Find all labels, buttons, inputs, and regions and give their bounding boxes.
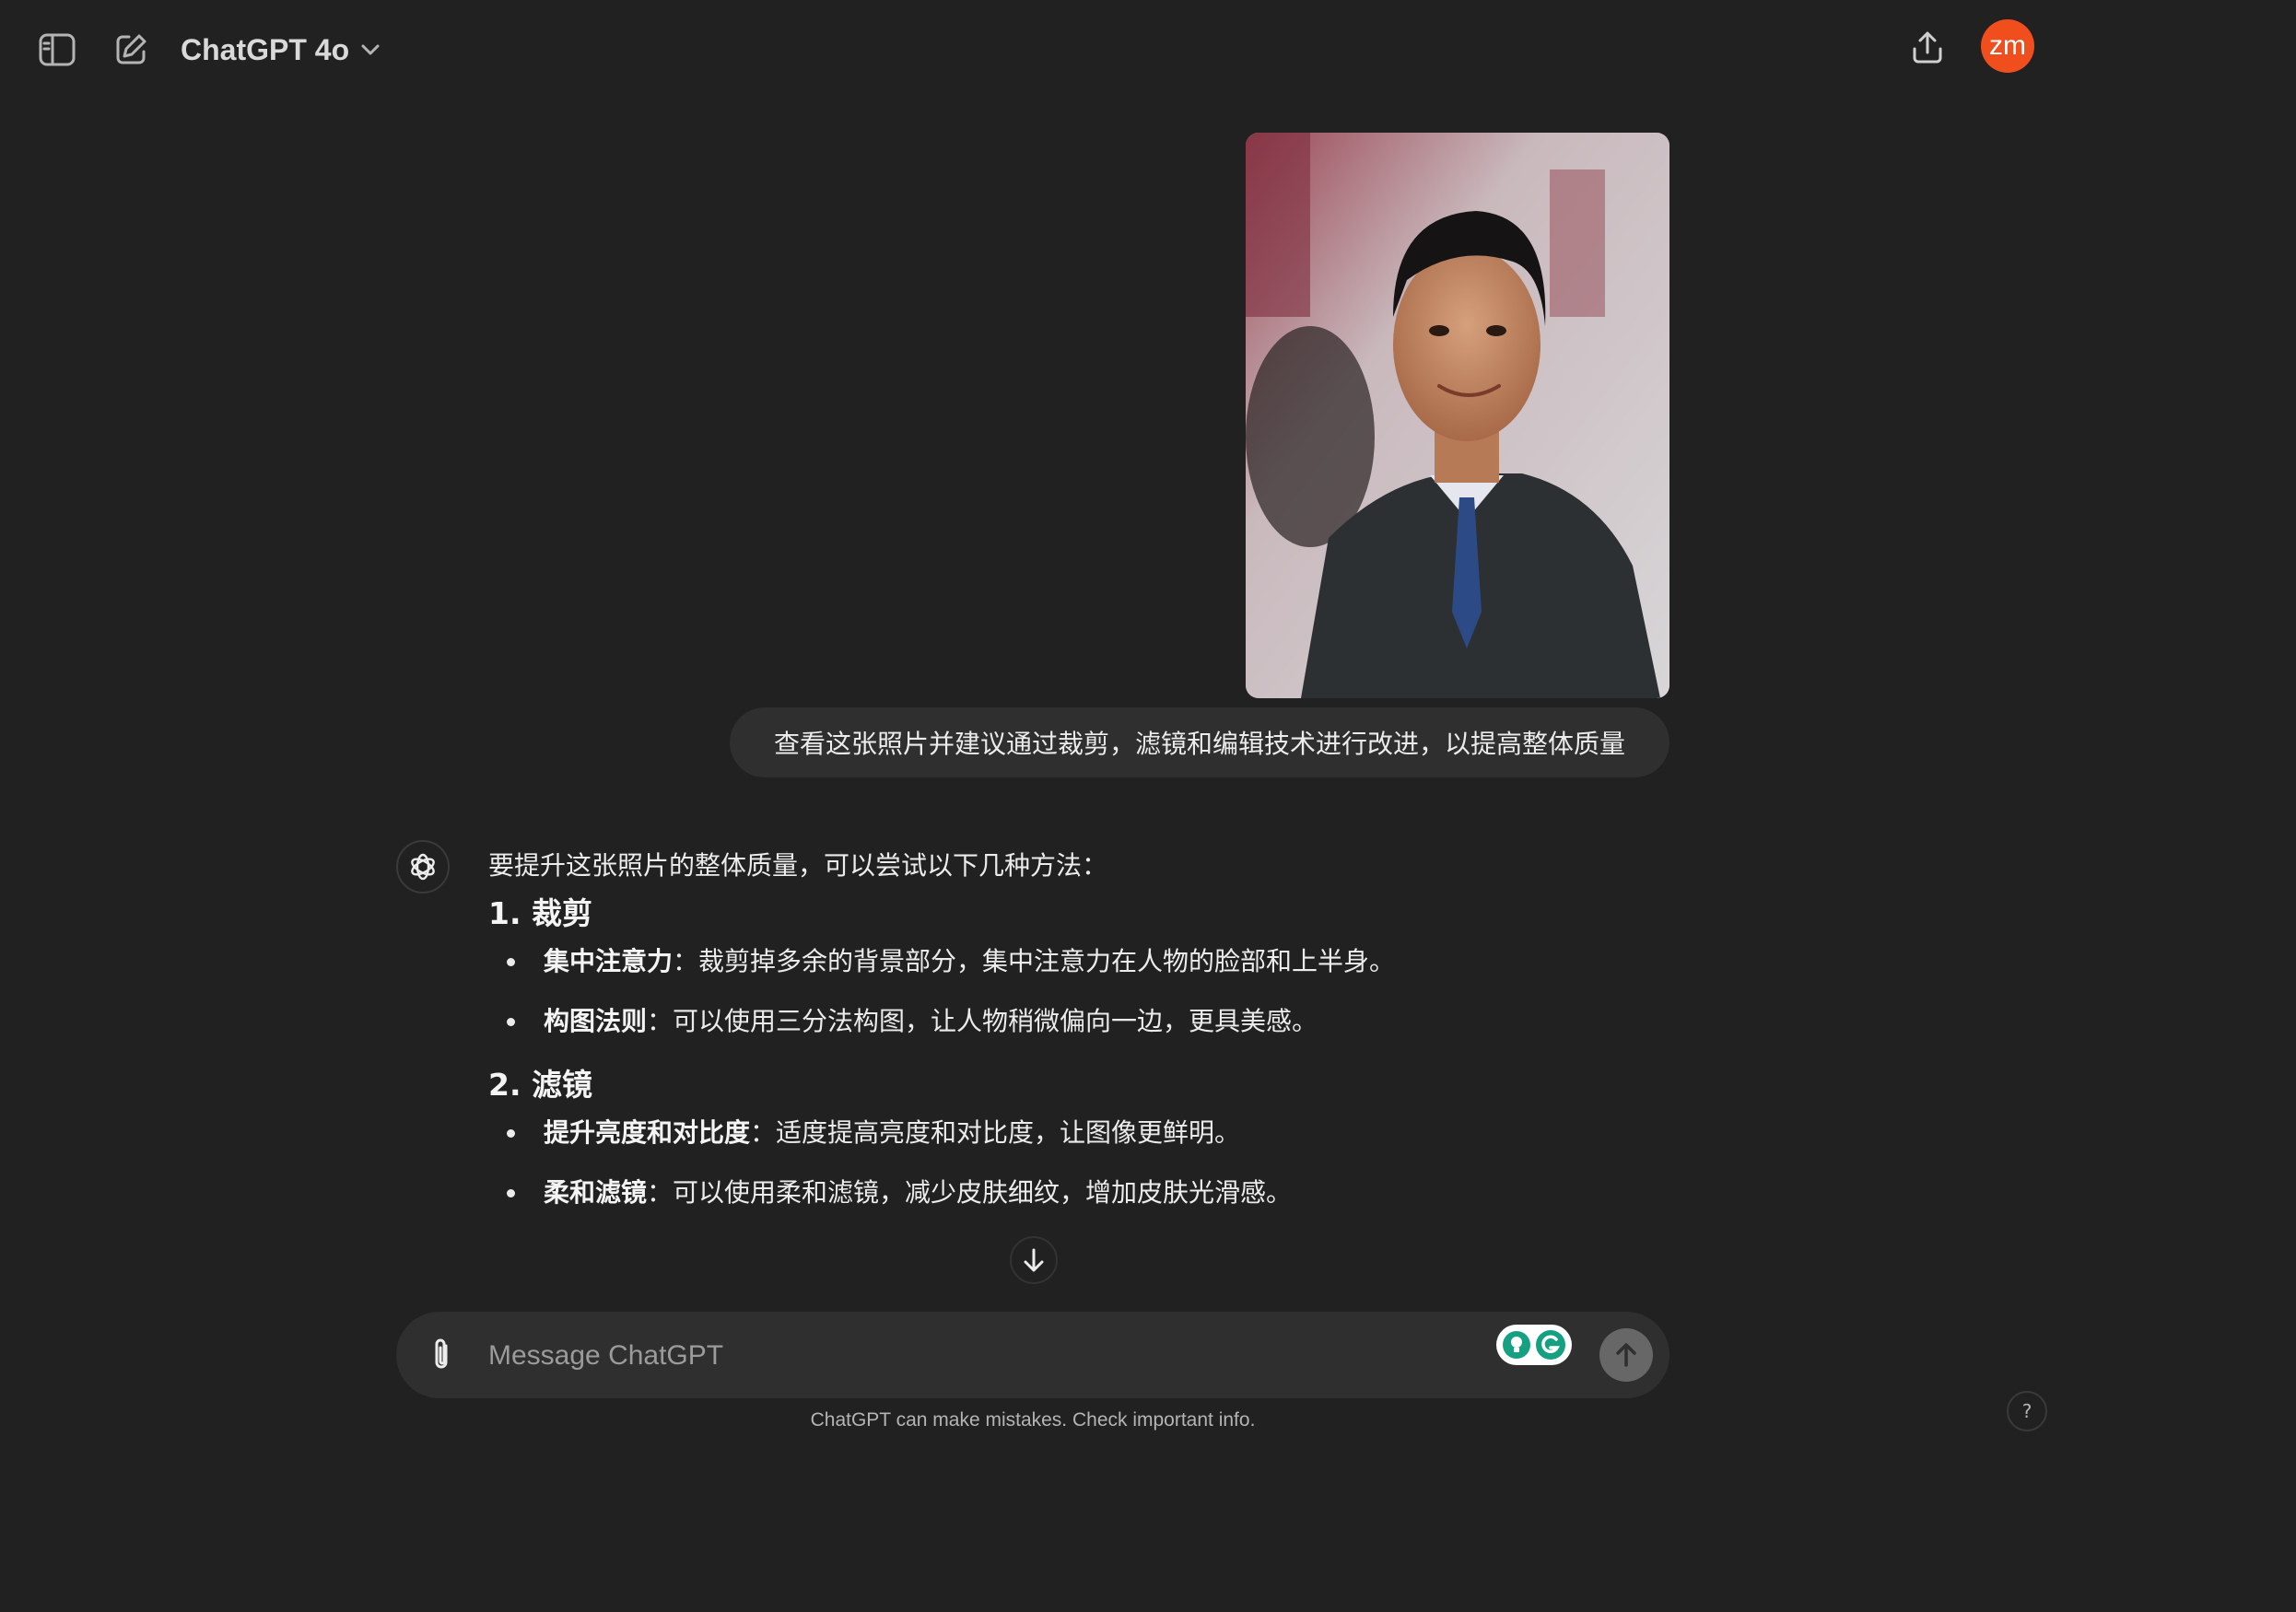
bullet-text: ：适度提高亮度和对比度，让图像更鲜明。: [750, 1117, 1241, 1148]
grammarly-icon: [1536, 1330, 1565, 1360]
portrait-image: [1246, 133, 1669, 698]
section-heading-crop: 1. 裁剪: [488, 895, 592, 931]
new-chat-button[interactable]: [107, 26, 155, 74]
grammarly-widget[interactable]: [1496, 1325, 1572, 1365]
assistant-avatar: [396, 840, 450, 894]
paperclip-icon: [435, 1338, 448, 1369]
bullet-term: 构图法则: [544, 1006, 648, 1036]
bullet-text: ：裁剪掉多余的背景部分，集中注意力在人物的脸部和上半身。: [673, 946, 1396, 976]
lightbulb-icon: [1503, 1331, 1530, 1359]
share-button[interactable]: [1902, 22, 1953, 74]
uploaded-photo[interactable]: [1246, 133, 1669, 698]
avatar-initials: zm: [1989, 30, 2026, 61]
assistant-message: 要提升这张照片的整体质量，可以尝试以下几种方法： 1. 裁剪 集中注意力：裁剪掉…: [488, 844, 1668, 1231]
list-item: 柔和滤镜：可以使用柔和滤镜，减少皮肤细纹，增加皮肤光滑感。: [488, 1171, 1668, 1215]
share-icon: [1913, 31, 1942, 64]
arrow-up-icon: [1616, 1343, 1636, 1367]
assistant-intro: 要提升这张照片的整体质量，可以尝试以下几种方法：: [488, 850, 1108, 881]
chevron-down-icon: [361, 44, 380, 55]
user-avatar[interactable]: zm: [1981, 19, 2034, 73]
arrow-down-icon: [1024, 1248, 1044, 1272]
sidebar-toggle-button[interactable]: [33, 26, 81, 74]
bullet-term: 提升亮度和对比度: [544, 1117, 751, 1148]
bullet-list-crop: 集中注意力：裁剪掉多余的背景部分，集中注意力在人物的脸部和上半身。 构图法则：可…: [488, 940, 1668, 1044]
attach-button[interactable]: [418, 1332, 464, 1378]
bullet-list-filter: 提升亮度和对比度：适度提高亮度和对比度，让图像更鲜明。 柔和滤镜：可以使用柔和滤…: [488, 1111, 1668, 1215]
model-selector[interactable]: ChatGPT 4o: [181, 26, 381, 74]
openai-logo-icon: [411, 853, 435, 881]
help-button[interactable]: ?: [2007, 1391, 2047, 1431]
bullet-term: 柔和滤镜: [544, 1177, 648, 1208]
model-name: ChatGPT 4o: [181, 32, 350, 66]
sidebar-icon: [39, 33, 76, 66]
edit-icon: [116, 34, 146, 64]
scroll-to-bottom-button[interactable]: [1010, 1236, 1058, 1284]
user-message-bubble: 查看这张照片并建议通过裁剪，滤镜和编辑技术进行改进，以提高整体质量: [730, 707, 1669, 777]
bullet-text: ：可以使用三分法构图，让人物稍微偏向一边，更具美感。: [647, 1006, 1318, 1036]
list-item: 构图法则：可以使用三分法构图，让人物稍微偏向一边，更具美感。: [488, 999, 1668, 1044]
help-label: ?: [2021, 1400, 2032, 1422]
user-message-text: 查看这张照片并建议通过裁剪，滤镜和编辑技术进行改进，以提高整体质量: [773, 729, 1625, 759]
list-item: 集中注意力：裁剪掉多余的背景部分，集中注意力在人物的脸部和上半身。: [488, 940, 1668, 984]
section-heading-filter: 2. 滤镜: [488, 1067, 592, 1103]
send-button[interactable]: [1599, 1328, 1653, 1382]
message-input[interactable]: [486, 1321, 1467, 1391]
bullet-term: 集中注意力: [544, 946, 674, 976]
list-item: 提升亮度和对比度：适度提高亮度和对比度，让图像更鲜明。: [488, 1111, 1668, 1155]
bullet-text: ：可以使用柔和滤镜，减少皮肤细纹，增加皮肤光滑感。: [647, 1177, 1293, 1208]
disclaimer-text: ChatGPT can make mistakes. Check importa…: [810, 1409, 1256, 1431]
